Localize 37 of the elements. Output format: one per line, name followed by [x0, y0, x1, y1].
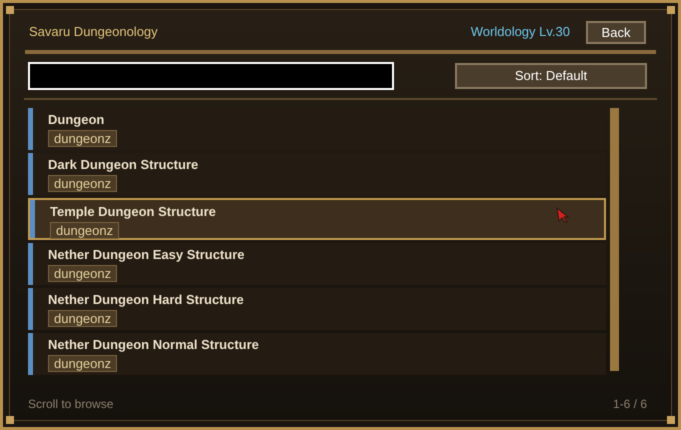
- list-row[interactable]: Nether Dungeon Easy Structure dungeonz: [28, 243, 606, 285]
- corner-ornament: [6, 6, 14, 14]
- tag: dungeonz: [50, 222, 120, 239]
- row-title: Nether Dungeon Hard Structure: [48, 291, 244, 308]
- accent-bar: [28, 108, 33, 150]
- accent-bar: [28, 243, 33, 285]
- tag: dungeonz: [48, 310, 118, 327]
- tag: dungeonz: [48, 130, 118, 147]
- row-title: Nether Dungeon Easy Structure: [48, 246, 244, 263]
- tag: dungeonz: [48, 265, 118, 282]
- list-row[interactable]: Temple Dungeon Structure dungeonz: [28, 198, 606, 240]
- list-row[interactable]: Dark Dungeon Structure dungeonz: [28, 153, 606, 195]
- tag: dungeonz: [48, 355, 118, 372]
- row-title: Dark Dungeon Structure: [48, 156, 198, 173]
- list-row[interactable]: Dungeon dungeonz: [28, 108, 606, 150]
- accent-bar: [30, 200, 35, 238]
- back-button[interactable]: Back: [586, 20, 646, 44]
- accent-bar: [28, 153, 33, 195]
- corner-ornament: [6, 416, 14, 424]
- footer-hint: Scroll to browse: [28, 396, 114, 413]
- level-label: Worldology Lv.30: [470, 23, 570, 42]
- scrollbar-thumb[interactable]: [610, 108, 619, 371]
- tag: dungeonz: [48, 175, 118, 192]
- page-count: 1-6 / 6: [612, 396, 647, 413]
- search-field[interactable]: [28, 62, 394, 90]
- list-row[interactable]: Nether Dungeon Normal Structure dungeonz: [28, 333, 606, 375]
- corner-ornament: [667, 6, 675, 14]
- corner-ornament: [667, 416, 675, 424]
- accent-bar: [28, 288, 33, 330]
- row-title: Dungeon: [48, 111, 104, 128]
- row-title: Nether Dungeon Normal Structure: [48, 336, 259, 353]
- panel-title: Savaru Dungeonology: [29, 23, 158, 42]
- accent-bar: [28, 333, 33, 375]
- list-row[interactable]: Nether Dungeon Hard Structure dungeonz: [28, 288, 606, 330]
- cursor-icon: [556, 207, 570, 223]
- sort-button[interactable]: Sort: Default: [455, 63, 647, 89]
- row-title: Temple Dungeon Structure: [50, 203, 216, 220]
